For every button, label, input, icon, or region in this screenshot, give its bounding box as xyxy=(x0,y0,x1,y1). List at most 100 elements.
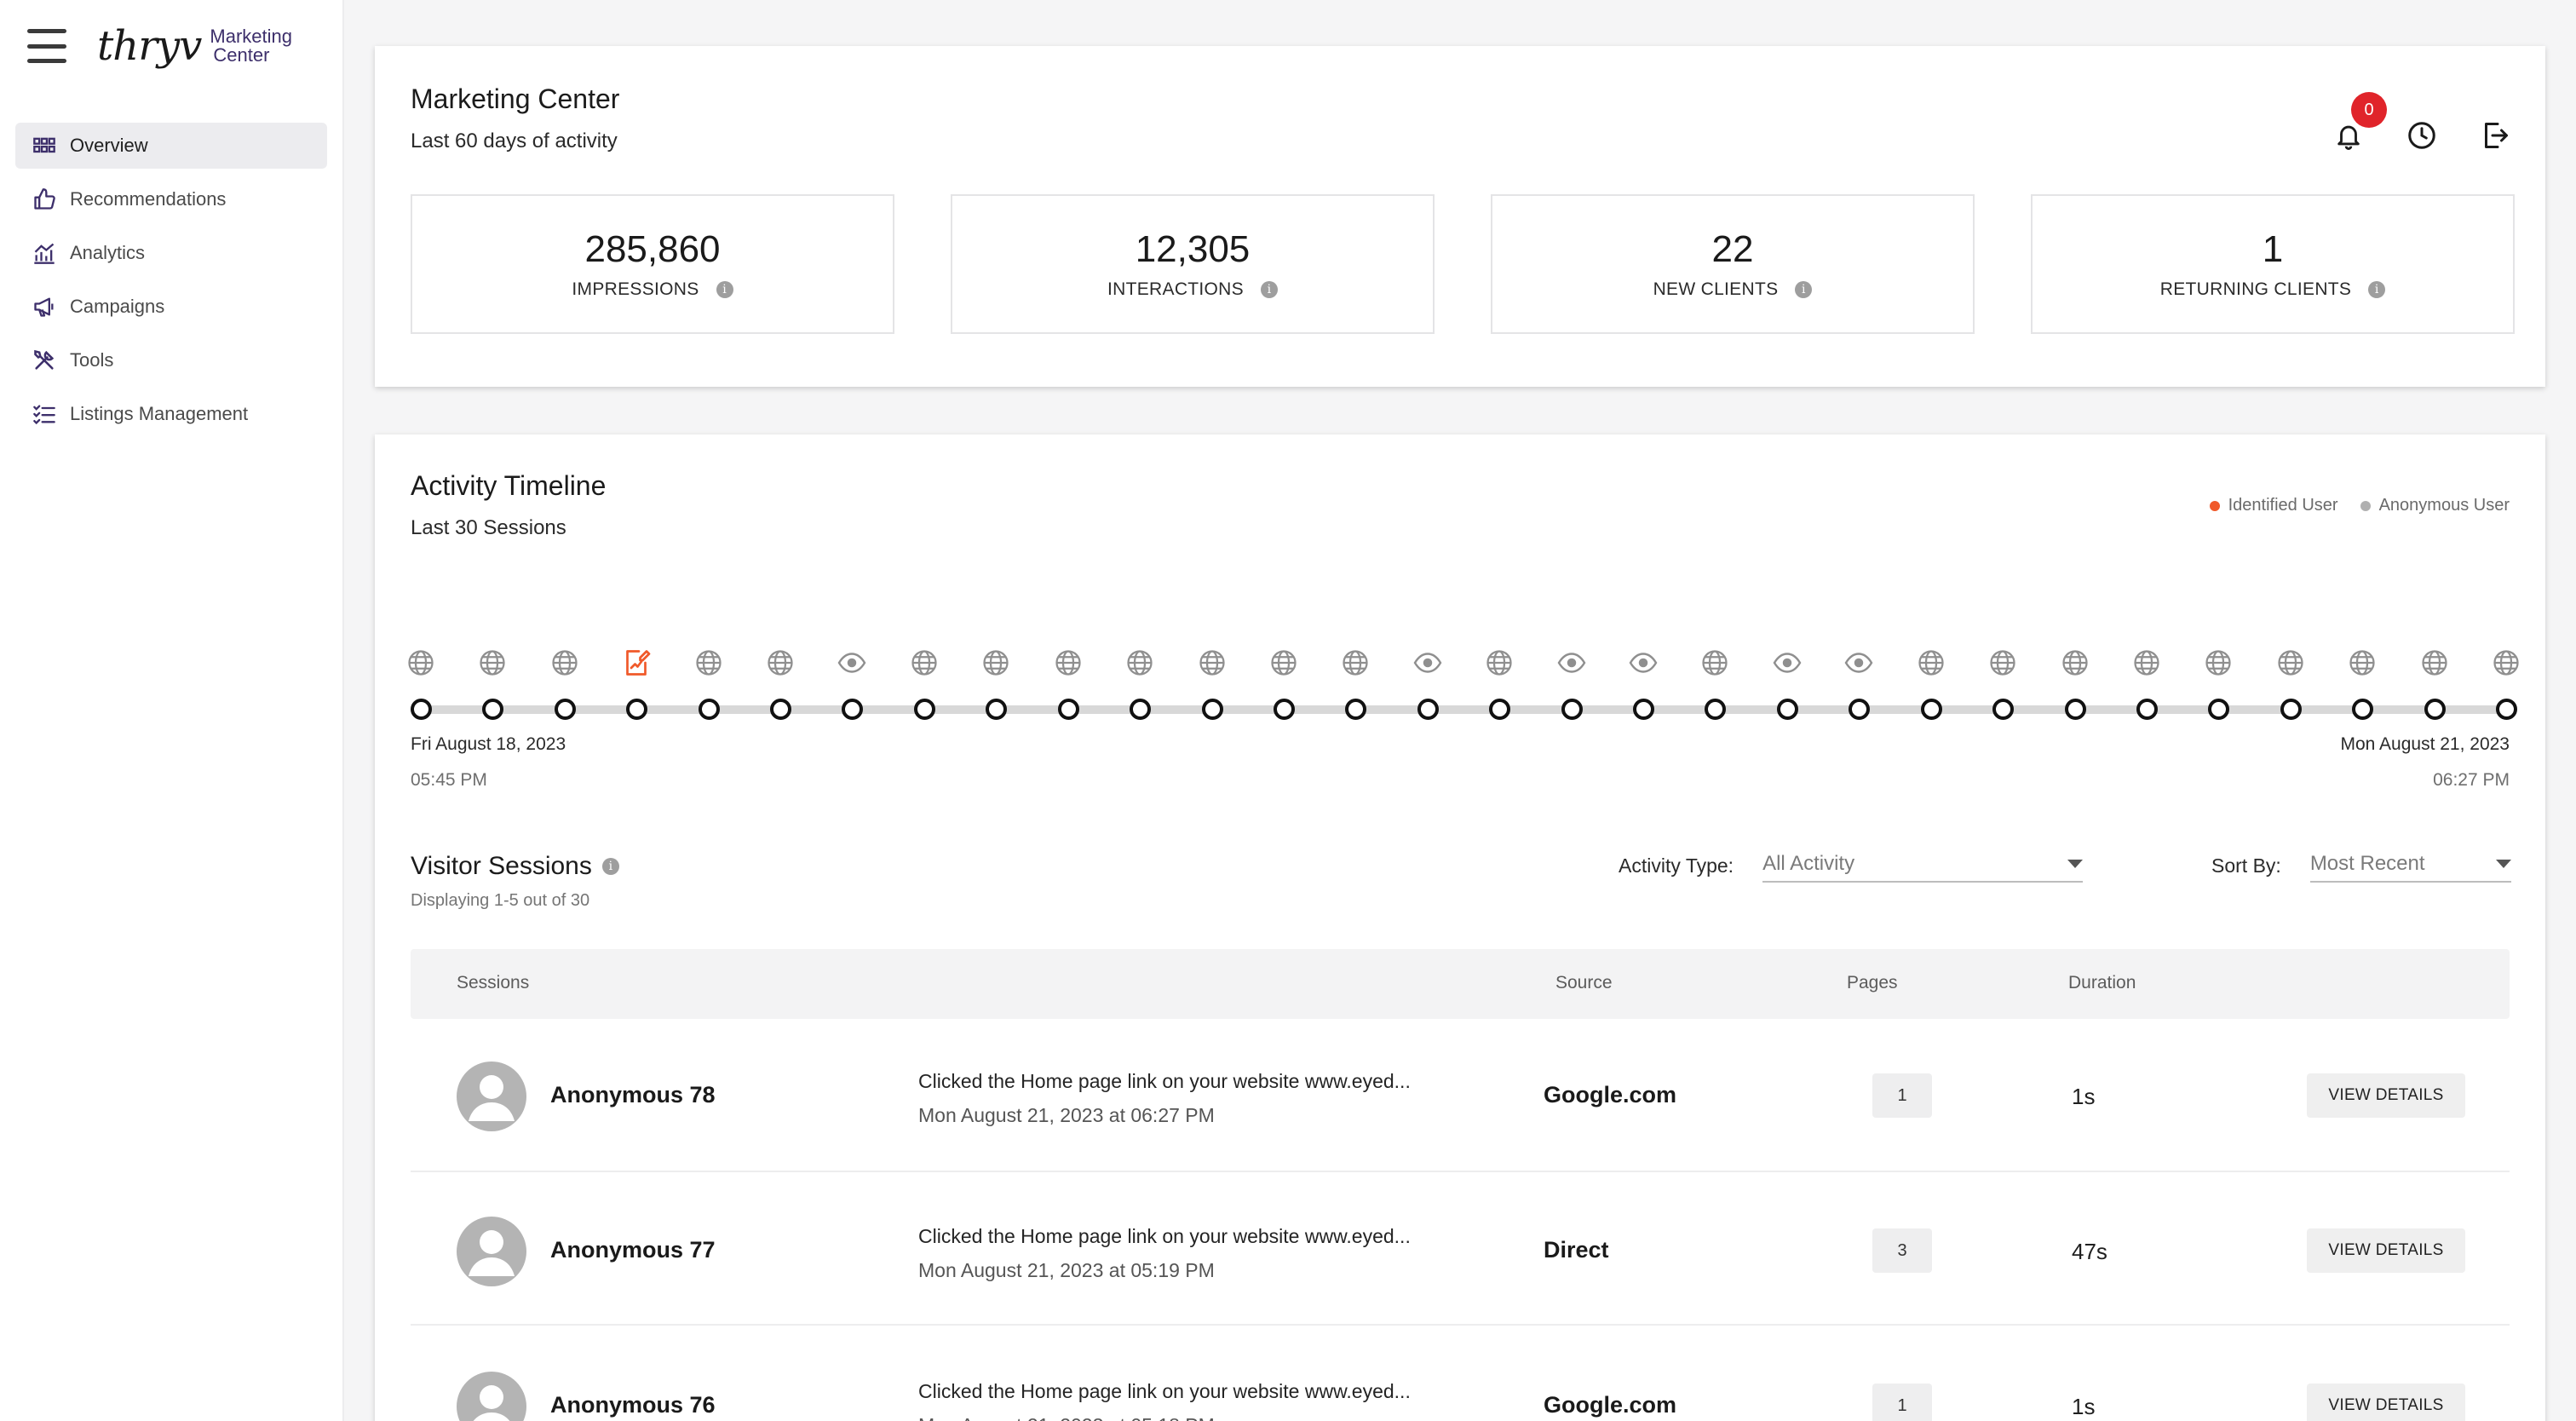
anonymous-dot-icon xyxy=(2360,500,2371,511)
sidebar-item-overview[interactable]: Overview xyxy=(15,123,327,169)
eye-icon xyxy=(1843,647,1874,678)
info-icon[interactable]: i xyxy=(1795,281,1813,298)
logout-icon[interactable] xyxy=(2475,116,2515,155)
view-details-button[interactable]: VIEW DETAILS xyxy=(2307,1228,2465,1273)
sort-by-select[interactable]: Most Recent xyxy=(2309,852,2511,883)
timeline-session-node[interactable] xyxy=(1698,647,1732,724)
timeline-point[interactable] xyxy=(2496,699,2517,720)
timeline-point[interactable] xyxy=(842,699,864,720)
timeline-point[interactable] xyxy=(698,699,720,720)
timeline-point[interactable] xyxy=(2064,699,2086,720)
timeline-point[interactable] xyxy=(1273,699,1295,720)
stat-value: 1 xyxy=(2262,228,2284,270)
timeline-point[interactable] xyxy=(2280,699,2302,720)
timeline-point[interactable] xyxy=(1489,699,1511,720)
timeline-session-node[interactable] xyxy=(2489,647,2523,724)
timeline-point[interactable] xyxy=(1992,699,2015,720)
timeline-session-node[interactable] xyxy=(2274,647,2308,724)
timeline-session-node[interactable] xyxy=(692,647,726,724)
chevron-down-icon xyxy=(2495,860,2511,868)
timeline-session-node[interactable] xyxy=(763,647,797,724)
timeline-point[interactable] xyxy=(411,699,432,720)
timeline-point[interactable] xyxy=(1705,699,1727,720)
timeline-point[interactable] xyxy=(1776,699,1798,720)
timeline-point[interactable] xyxy=(1057,699,1079,720)
table-row[interactable]: Anonymous 76 Clicked the Home page link … xyxy=(411,1326,2510,1421)
sidebar-item-tools[interactable]: Tools xyxy=(15,337,327,383)
timeline-session-node[interactable] xyxy=(1195,647,1229,724)
timeline-session-node[interactable] xyxy=(1555,647,1589,724)
column-header-source: Source xyxy=(1555,973,1613,992)
sidebar-item-recommendations[interactable]: Recommendations xyxy=(15,176,327,222)
timeline-point[interactable] xyxy=(554,699,576,720)
timeline-session-node[interactable] xyxy=(1986,647,2020,724)
timeline-point[interactable] xyxy=(482,699,504,720)
thryv-logo[interactable]: thryv Marketing Center xyxy=(97,22,292,70)
timeline-session-node[interactable] xyxy=(1482,647,1516,724)
timeline-session-node[interactable] xyxy=(1842,647,1876,724)
chevron-down-icon xyxy=(2067,860,2084,868)
timeline-point[interactable] xyxy=(2352,699,2374,720)
timeline-point[interactable] xyxy=(626,699,648,720)
info-icon[interactable]: i xyxy=(716,281,733,298)
timeline-session-node[interactable] xyxy=(1338,647,1372,724)
table-row[interactable]: Anonymous 78 Clicked the Home page link … xyxy=(411,1019,2510,1172)
timeline-session-node[interactable] xyxy=(1770,647,1804,724)
timeline-session-node[interactable] xyxy=(835,647,869,724)
timeline-point[interactable] xyxy=(986,699,1008,720)
activity-timeline xyxy=(408,647,2519,724)
timeline-point[interactable] xyxy=(1920,699,1942,720)
timeline-session-node[interactable] xyxy=(1267,647,1301,724)
session-visitor-name: Anonymous 77 xyxy=(550,1237,716,1263)
legend-identified: Identified User xyxy=(2209,496,2338,515)
sidebar-item-campaigns[interactable]: Campaigns xyxy=(15,284,327,330)
timeline-session-node[interactable] xyxy=(2201,647,2235,724)
timeline-session-node[interactable] xyxy=(1411,647,1445,724)
timeline-session-node[interactable] xyxy=(548,647,582,724)
timeline-point[interactable] xyxy=(770,699,792,720)
history-clock-icon[interactable] xyxy=(2402,116,2441,155)
timeline-point[interactable] xyxy=(1561,699,1583,720)
timeline-session-node[interactable] xyxy=(2130,647,2164,724)
info-icon[interactable]: i xyxy=(601,858,619,875)
timeline-point[interactable] xyxy=(1849,699,1871,720)
column-header-pages: Pages xyxy=(1847,973,1898,992)
timeline-point[interactable] xyxy=(1345,699,1367,720)
timeline-session-node[interactable] xyxy=(2345,647,2379,724)
timeline-point[interactable] xyxy=(2208,699,2230,720)
activity-type-value: All Activity xyxy=(1762,852,1855,875)
timeline-session-node[interactable] xyxy=(1123,647,1157,724)
activity-type-select[interactable]: All Activity xyxy=(1762,852,2084,883)
timeline-session-node[interactable] xyxy=(979,647,1013,724)
timeline-point[interactable] xyxy=(1417,699,1439,720)
timeline-session-node[interactable] xyxy=(475,647,509,724)
sidebar-item-analytics[interactable]: Analytics xyxy=(15,230,327,276)
notifications-bell-icon[interactable]: 0 xyxy=(2329,92,2387,155)
table-row[interactable]: Anonymous 77 Clicked the Home page link … xyxy=(411,1172,2510,1326)
timeline-session-node[interactable] xyxy=(2058,647,2092,724)
timeline-session-node[interactable] xyxy=(404,647,438,724)
timeline-point[interactable] xyxy=(1633,699,1655,720)
timeline-point[interactable] xyxy=(2424,699,2446,720)
view-details-button[interactable]: VIEW DETAILS xyxy=(2307,1073,2465,1118)
hamburger-menu-icon[interactable] xyxy=(27,29,66,63)
globe-icon xyxy=(2060,647,2090,678)
timeline-session-node[interactable] xyxy=(1626,647,1660,724)
timeline-session-node[interactable] xyxy=(1051,647,1085,724)
timeline-session-node[interactable] xyxy=(2418,647,2452,724)
info-icon[interactable]: i xyxy=(1260,281,1278,298)
timeline-point[interactable] xyxy=(913,699,935,720)
activity-type-label: Activity Type: xyxy=(1619,854,1734,877)
timeline-point[interactable] xyxy=(1130,699,1152,720)
session-pages: 1 xyxy=(1872,1073,1932,1118)
timeline-point[interactable] xyxy=(1201,699,1223,720)
timeline-session-node[interactable] xyxy=(619,647,653,724)
checklist-icon xyxy=(31,400,58,428)
view-details-button[interactable]: VIEW DETAILS xyxy=(2307,1384,2465,1421)
timeline-point[interactable] xyxy=(2136,699,2158,720)
info-icon[interactable]: i xyxy=(2368,281,2386,298)
sidebar-item-listings-management[interactable]: Listings Management xyxy=(15,391,327,437)
sidebar-item-label: Tools xyxy=(70,349,114,371)
timeline-session-node[interactable] xyxy=(1914,647,1948,724)
timeline-session-node[interactable] xyxy=(907,647,941,724)
